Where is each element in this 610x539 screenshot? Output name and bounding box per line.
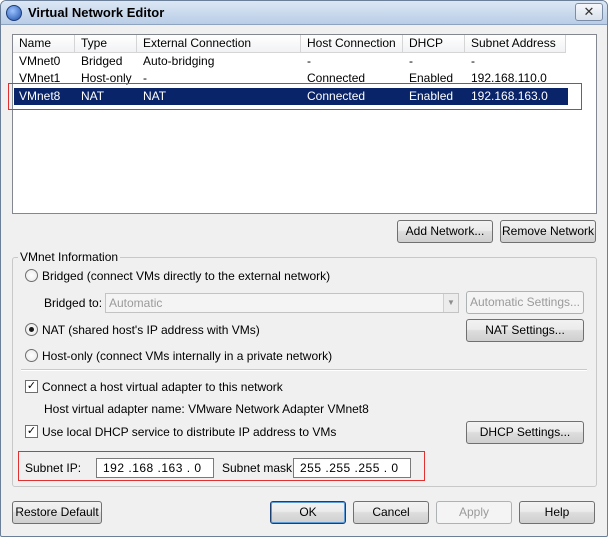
nat-settings-button[interactable]: NAT Settings... [466, 319, 584, 342]
table-row-vmnet1[interactable]: VMnet1 Host-only - Connected Enabled 192… [14, 70, 568, 87]
apply-button[interactable]: Apply [436, 501, 512, 524]
host-adapter-name-text: Host virtual adapter name: VMware Networ… [44, 402, 369, 416]
bridged-to-value: Automatic [109, 296, 163, 310]
remove-network-button[interactable]: Remove Network [500, 220, 596, 243]
subnet-ip-label: Subnet IP: [25, 461, 82, 475]
cell-type: Bridged [81, 54, 123, 68]
subnet-mask-label: Subnet mask: [222, 461, 296, 475]
column-header-name[interactable]: Name [13, 35, 75, 53]
nat-radio[interactable] [25, 323, 38, 336]
cell-type: NAT [81, 89, 105, 103]
virtual-network-editor-window: Virtual Network Editor ✕ Name Type Exter… [0, 0, 608, 537]
dhcp-settings-button[interactable]: DHCP Settings... [466, 421, 584, 444]
help-button[interactable]: Help [519, 501, 595, 524]
add-network-button[interactable]: Add Network... [397, 220, 493, 243]
bridged-to-dropdown[interactable]: Automatic ▼ [105, 293, 459, 313]
cell-name: VMnet8 [19, 89, 61, 103]
cell-dhcp: Enabled [409, 89, 454, 103]
column-header-host-connection[interactable]: Host Connection [301, 35, 403, 53]
subnet-ip-field[interactable]: 192 .168 .163 . 0 [96, 458, 214, 478]
subnet-mask-field[interactable]: 255 .255 .255 . 0 [293, 458, 411, 478]
cell-name: VMnet0 [19, 54, 61, 68]
nat-radio-label[interactable]: NAT (shared host's IP address with VMs) [42, 323, 260, 337]
window-title: Virtual Network Editor [28, 5, 165, 20]
bridged-to-label: Bridged to: [44, 296, 103, 310]
cell-subnet-address: 192.168.163.0 [471, 89, 548, 103]
column-header-type[interactable]: Type [75, 35, 137, 53]
network-list-header: Name Type External Connection Host Conne… [13, 35, 596, 53]
vmnet-information-label: VMnet Information [18, 250, 121, 264]
cancel-button[interactable]: Cancel [353, 501, 429, 524]
ok-button[interactable]: OK [270, 501, 346, 524]
cell-external-connection: Auto-bridging [143, 54, 215, 68]
bridged-radio[interactable] [25, 269, 38, 282]
separator [21, 369, 587, 371]
title-bar[interactable]: Virtual Network Editor ✕ [1, 1, 607, 25]
table-row-vmnet0[interactable]: VMnet0 Bridged Auto-bridging - - - [14, 53, 568, 70]
host-only-radio[interactable] [25, 349, 38, 362]
cell-name: VMnet1 [19, 71, 61, 85]
vmware-app-icon [6, 5, 22, 21]
connect-adapter-label[interactable]: Connect a host virtual adapter to this n… [42, 380, 283, 394]
cell-external-connection: - [143, 71, 147, 85]
network-list[interactable]: Name Type External Connection Host Conne… [12, 34, 597, 214]
cell-host-connection: Connected [307, 89, 366, 103]
cell-dhcp: Enabled [409, 71, 454, 85]
automatic-settings-button[interactable]: Automatic Settings... [466, 291, 584, 314]
restore-default-button[interactable]: Restore Default [12, 501, 102, 524]
chevron-down-icon[interactable]: ▼ [443, 294, 458, 312]
cell-dhcp: - [409, 54, 413, 68]
cell-host-connection: Connected [307, 71, 366, 85]
close-button[interactable]: ✕ [575, 3, 603, 21]
dhcp-checkbox-label[interactable]: Use local DHCP service to distribute IP … [42, 425, 336, 439]
dhcp-checkbox[interactable]: ✓ [25, 425, 38, 438]
cell-host-connection: - [307, 54, 311, 68]
cell-subnet-address: 192.168.110.0 [471, 71, 547, 85]
host-only-radio-label[interactable]: Host-only (connect VMs internally in a p… [42, 349, 332, 363]
bridged-radio-label[interactable]: Bridged (connect VMs directly to the ext… [42, 269, 330, 283]
cell-subnet-address: - [471, 54, 475, 68]
connect-adapter-checkbox[interactable]: ✓ [25, 380, 38, 393]
column-header-subnet-address[interactable]: Subnet Address [465, 35, 566, 53]
cell-external-connection: NAT [143, 89, 167, 103]
column-header-dhcp[interactable]: DHCP [403, 35, 465, 53]
column-header-external-connection[interactable]: External Connection [137, 35, 301, 53]
cell-type: Host-only [81, 71, 132, 85]
table-row-vmnet8-selected[interactable]: VMnet8 NAT NAT Connected Enabled 192.168… [14, 88, 568, 105]
